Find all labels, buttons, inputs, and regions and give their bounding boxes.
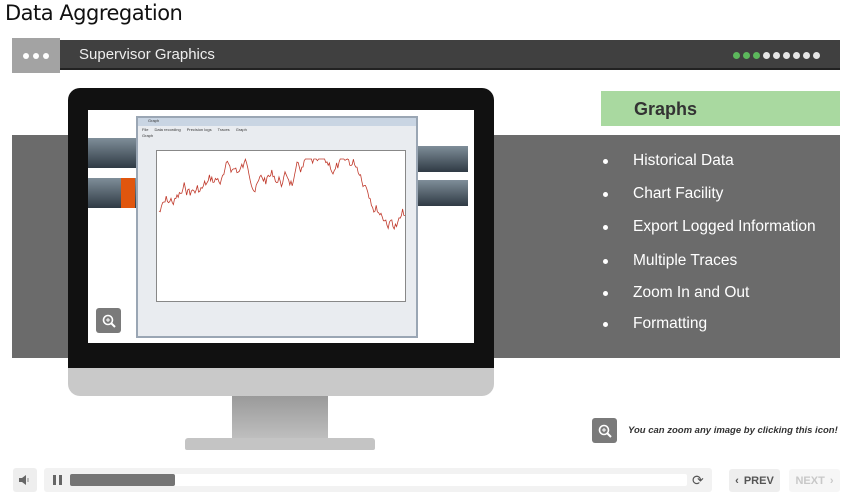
progress-dot bbox=[813, 52, 820, 59]
pause-button[interactable] bbox=[53, 475, 62, 485]
monitor-base bbox=[185, 438, 375, 450]
bullet-text: Formatting bbox=[633, 315, 708, 332]
bullet-item: Historical Data bbox=[603, 152, 734, 170]
graph-menu-item: Data recording bbox=[154, 127, 181, 132]
prev-button[interactable]: ‹ PREV bbox=[729, 469, 780, 492]
graph-menu-item: Graph bbox=[235, 127, 247, 132]
slide-header: Supervisor Graphics bbox=[60, 40, 840, 70]
progress-fill bbox=[70, 474, 175, 486]
zoom-hint-icon bbox=[592, 418, 617, 443]
volume-button[interactable] bbox=[13, 468, 37, 492]
monitor-chin bbox=[68, 368, 494, 396]
graph-menu-item: Traces bbox=[217, 127, 230, 132]
progress-dot bbox=[783, 52, 790, 59]
bullet-icon bbox=[603, 191, 608, 197]
progress-dot bbox=[803, 52, 810, 59]
bullet-icon bbox=[603, 258, 608, 264]
graph-menu-item: Precision logs bbox=[186, 127, 212, 132]
bullet-text: Chart Facility bbox=[633, 185, 724, 202]
playback-bar: ⟳ bbox=[44, 468, 712, 492]
menu-button[interactable] bbox=[12, 38, 60, 73]
bullet-text: Zoom In and Out bbox=[633, 284, 750, 301]
bullet-item: Formatting bbox=[603, 315, 707, 333]
bullet-icon bbox=[603, 290, 608, 296]
bullet-item: Multiple Traces bbox=[603, 252, 737, 270]
progress-dots bbox=[733, 52, 820, 59]
bullet-icon bbox=[603, 224, 608, 230]
progress-dot bbox=[733, 52, 740, 59]
progress-dot bbox=[793, 52, 800, 59]
bullet-item: Zoom In and Out bbox=[603, 284, 749, 302]
slide-title: Supervisor Graphics bbox=[79, 46, 215, 63]
zoom-in-icon bbox=[102, 314, 116, 328]
progress-slider[interactable] bbox=[70, 474, 687, 486]
graph-window: Graph File Data recording Precision logs Tr… bbox=[136, 116, 418, 338]
zoom-hint-text: You can zoom any image by clicking this … bbox=[628, 425, 838, 436]
bullet-text: Multiple Traces bbox=[633, 252, 738, 269]
bullet-icon bbox=[603, 321, 608, 327]
chevron-right-icon: › bbox=[829, 474, 834, 487]
progress-dot bbox=[773, 52, 780, 59]
image-zoom-button[interactable] bbox=[96, 308, 121, 333]
progress-dot bbox=[753, 52, 760, 59]
prev-label: PREV bbox=[743, 474, 774, 487]
next-button[interactable]: NEXT › bbox=[789, 469, 840, 492]
bullet-item: Export Logged Information bbox=[603, 218, 816, 236]
screenshot-image: Graph File Data recording Precision logs Tr… bbox=[88, 110, 474, 343]
slide-heading: Graphs bbox=[601, 91, 840, 126]
progress-dot bbox=[763, 52, 770, 59]
graph-trace bbox=[158, 157, 406, 231]
graph-tab: Graph bbox=[142, 133, 154, 138]
chevron-left-icon: ‹ bbox=[735, 474, 739, 487]
next-label: NEXT bbox=[795, 474, 825, 487]
page-title: Data Aggregation bbox=[5, 1, 183, 25]
monitor-stand bbox=[232, 396, 328, 440]
graph-window-title: Graph bbox=[138, 118, 416, 126]
graph-menu-item: File bbox=[142, 127, 149, 132]
graph-plot bbox=[156, 150, 406, 302]
speaker-icon bbox=[19, 475, 29, 485]
progress-dot bbox=[743, 52, 750, 59]
replay-button[interactable]: ⟳ bbox=[692, 472, 704, 489]
graph-window-menu: File Data recording Precision logs Traces Gr… bbox=[138, 126, 416, 133]
bullet-icon bbox=[603, 158, 608, 164]
bullet-item: Chart Facility bbox=[603, 185, 723, 203]
bullet-text: Export Logged Information bbox=[633, 218, 816, 235]
bullet-text: Historical Data bbox=[633, 152, 734, 169]
